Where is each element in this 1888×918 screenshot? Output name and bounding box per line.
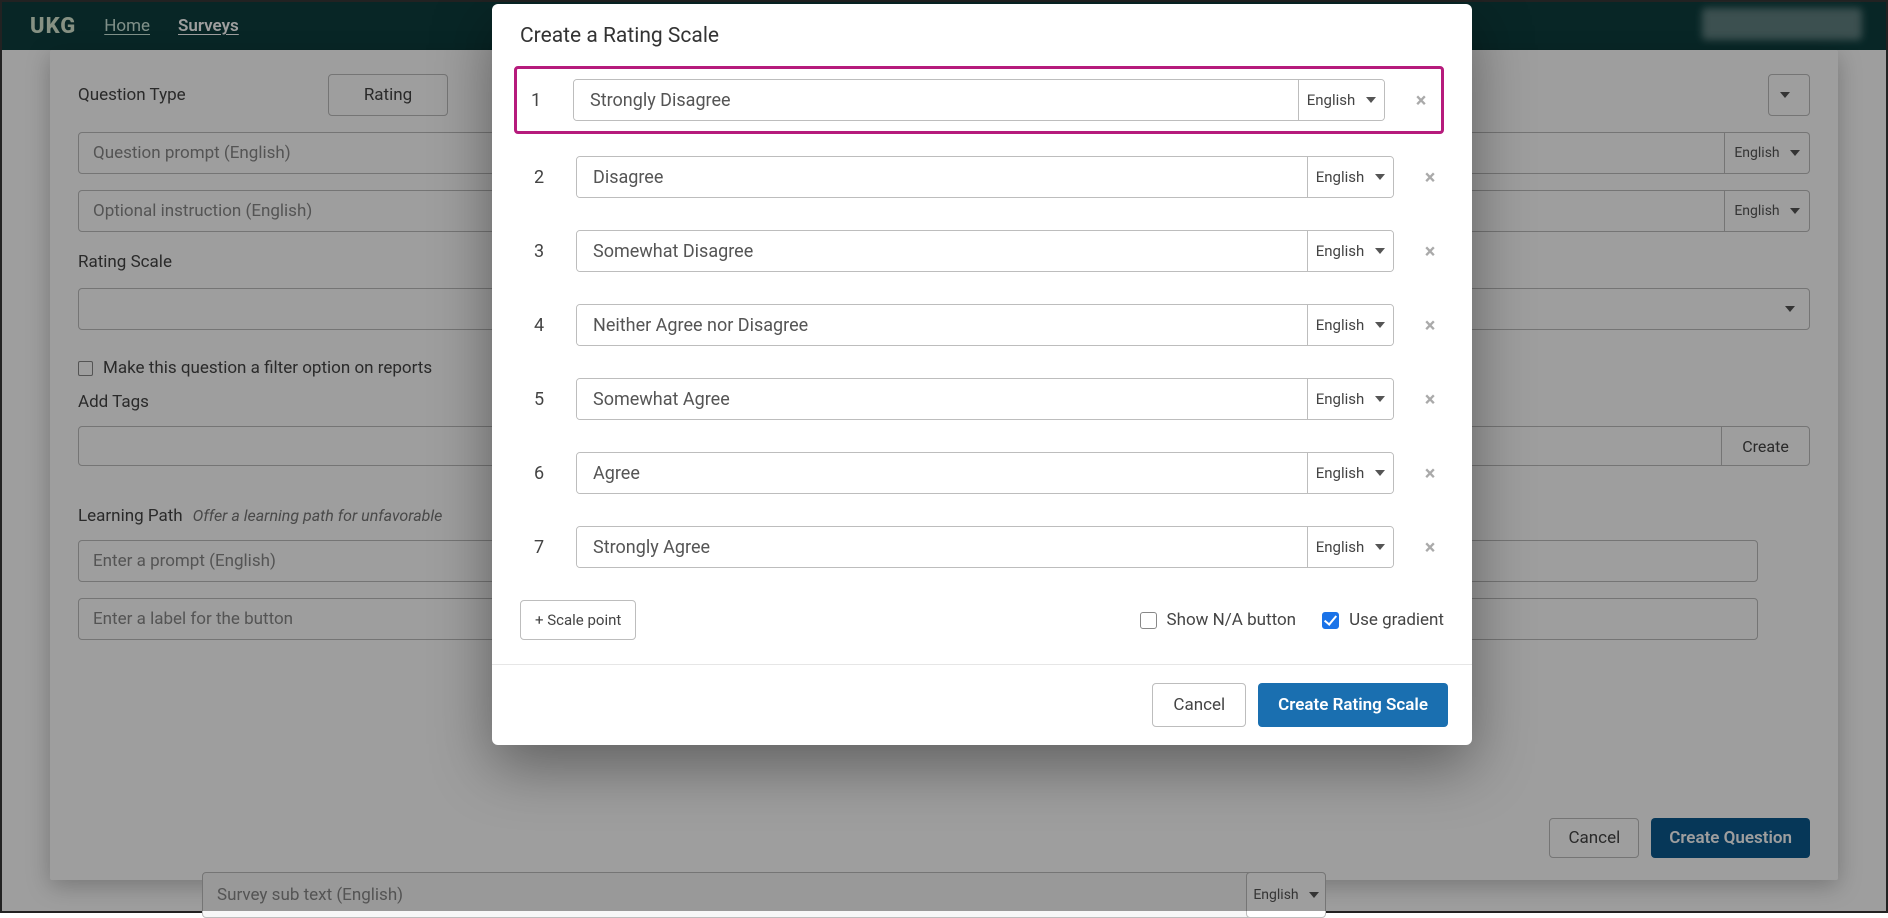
scale-point-row-1: 1 English × bbox=[514, 66, 1444, 134]
scale-point-lang-3[interactable]: English bbox=[1307, 231, 1393, 271]
scale-point-lang-2[interactable]: English bbox=[1307, 157, 1393, 197]
scale-point-lang-4[interactable]: English bbox=[1307, 305, 1393, 345]
scale-point-remove-5[interactable]: × bbox=[1418, 387, 1442, 411]
use-gradient-label: Use gradient bbox=[1349, 610, 1444, 630]
scale-point-number: 3 bbox=[526, 241, 552, 262]
chevron-down-icon bbox=[1375, 322, 1385, 328]
scale-point-remove-6[interactable]: × bbox=[1418, 461, 1442, 485]
modal-title: Create a Rating Scale bbox=[492, 4, 1472, 58]
scale-point-row-7: 7 English × bbox=[520, 526, 1444, 568]
scale-point-input-5[interactable] bbox=[577, 379, 1307, 419]
add-scale-point-button[interactable]: + Scale point bbox=[520, 600, 636, 640]
scale-point-number: 1 bbox=[523, 90, 549, 111]
checkbox-icon bbox=[1140, 612, 1157, 629]
create-rating-scale-button[interactable]: Create Rating Scale bbox=[1258, 683, 1448, 727]
chevron-down-icon bbox=[1375, 470, 1385, 476]
scale-point-number: 4 bbox=[526, 315, 552, 336]
create-rating-scale-modal: Create a Rating Scale 1 English × 2 Engl… bbox=[492, 4, 1472, 745]
scale-point-lang-1[interactable]: English bbox=[1298, 80, 1384, 120]
scale-point-remove-3[interactable]: × bbox=[1418, 239, 1442, 263]
scale-point-lang-5[interactable]: English bbox=[1307, 379, 1393, 419]
chevron-down-icon bbox=[1366, 97, 1376, 103]
scale-point-number: 5 bbox=[526, 389, 552, 410]
scale-point-remove-4[interactable]: × bbox=[1418, 313, 1442, 337]
chevron-down-icon bbox=[1375, 248, 1385, 254]
scale-point-input-7[interactable] bbox=[577, 527, 1307, 567]
chevron-down-icon bbox=[1375, 396, 1385, 402]
scale-point-number: 7 bbox=[526, 537, 552, 558]
chevron-down-icon bbox=[1375, 544, 1385, 550]
scale-point-remove-7[interactable]: × bbox=[1418, 535, 1442, 559]
scale-point-row-5: 5 English × bbox=[520, 378, 1444, 420]
scale-point-lang-7[interactable]: English bbox=[1307, 527, 1393, 567]
scale-point-row-2: 2 English × bbox=[520, 156, 1444, 198]
checkbox-checked-icon bbox=[1322, 612, 1339, 629]
modal-cancel-button[interactable]: Cancel bbox=[1152, 683, 1246, 727]
scale-point-input-6[interactable] bbox=[577, 453, 1307, 493]
show-na-label: Show N/A button bbox=[1167, 610, 1297, 630]
scale-point-remove-2[interactable]: × bbox=[1418, 165, 1442, 189]
show-na-checkbox[interactable]: Show N/A button bbox=[1140, 610, 1297, 630]
use-gradient-checkbox[interactable]: Use gradient bbox=[1322, 610, 1444, 630]
scale-point-row-3: 3 English × bbox=[520, 230, 1444, 272]
scale-point-row-4: 4 English × bbox=[520, 304, 1444, 346]
scale-point-number: 6 bbox=[526, 463, 552, 484]
scale-point-input-3[interactable] bbox=[577, 231, 1307, 271]
scale-point-input-2[interactable] bbox=[577, 157, 1307, 197]
scale-point-number: 2 bbox=[526, 167, 552, 188]
scale-point-lang-6[interactable]: English bbox=[1307, 453, 1393, 493]
scale-point-remove-1[interactable]: × bbox=[1409, 88, 1433, 112]
scale-point-input-4[interactable] bbox=[577, 305, 1307, 345]
chevron-down-icon bbox=[1375, 174, 1385, 180]
scale-point-row-6: 6 English × bbox=[520, 452, 1444, 494]
scale-point-input-1[interactable] bbox=[574, 80, 1298, 120]
